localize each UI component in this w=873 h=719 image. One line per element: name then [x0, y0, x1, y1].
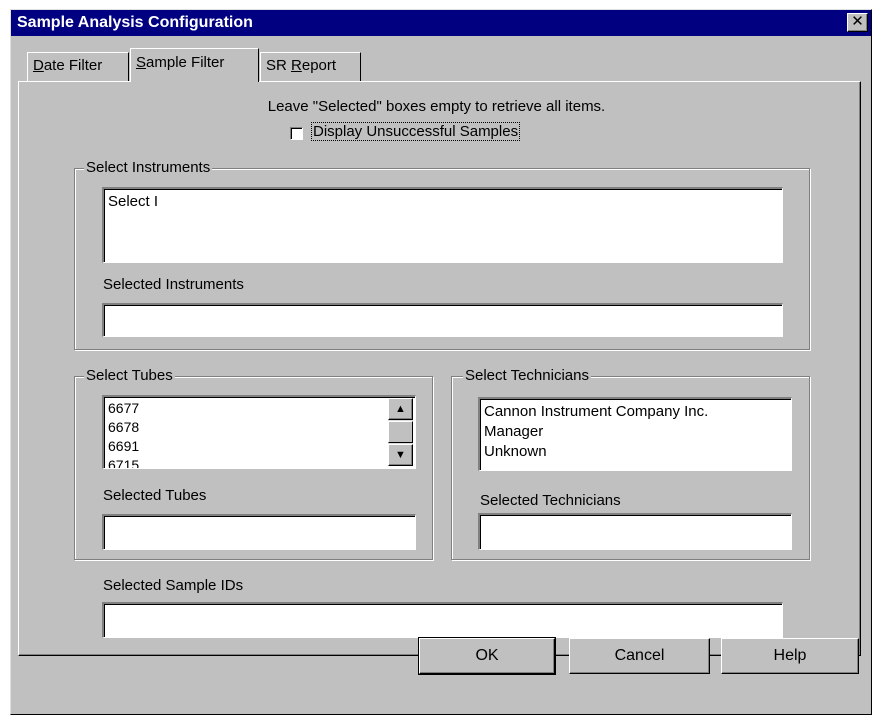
display-unsuccessful-label[interactable]: Display Unsuccessful Samples	[311, 122, 521, 141]
list-item[interactable]: 6691	[108, 437, 415, 456]
selected-tubes-field[interactable]	[102, 514, 416, 550]
instruments-list[interactable]: Select I	[102, 187, 783, 263]
list-item[interactable]: 6715	[108, 456, 415, 468]
scroll-up-button[interactable]: ▲	[388, 398, 413, 420]
list-item[interactable]: 6678	[108, 418, 415, 437]
selected-technicians-label: Selected Technicians	[480, 492, 621, 509]
scroll-down-button[interactable]: ▼	[388, 444, 413, 466]
list-item[interactable]: Select I	[108, 192, 782, 212]
scroll-thumb[interactable]	[388, 421, 413, 443]
technicians-list[interactable]: Cannon Instrument Company Inc. Manager U…	[478, 397, 792, 471]
hint-text: Leave "Selected" boxes empty to retrieve…	[267, 98, 606, 115]
instruments-legend: Select Instruments	[84, 159, 213, 176]
list-item[interactable]: Cannon Instrument Company Inc.	[484, 402, 791, 422]
selected-sample-ids-field[interactable]	[102, 602, 783, 638]
selected-sample-ids-label: Selected Sample IDs	[103, 577, 244, 594]
arrow-down-icon: ▼	[395, 449, 406, 461]
selected-technicians-field[interactable]	[478, 513, 792, 550]
tubes-list[interactable]: 6677 6678 6691 6715	[102, 395, 416, 469]
selected-instruments-label: Selected Instruments	[103, 276, 244, 293]
selected-tubes-label: Selected Tubes	[103, 487, 207, 504]
list-item[interactable]: 6677	[108, 399, 415, 418]
selected-instruments-field[interactable]	[102, 303, 783, 337]
ok-button[interactable]: OK	[418, 637, 556, 675]
arrow-up-icon: ▲	[395, 403, 406, 415]
list-item[interactable]: Unknown	[484, 442, 791, 462]
help-button[interactable]: Help	[721, 638, 859, 674]
tubes-legend: Select Tubes	[84, 367, 175, 384]
list-item[interactable]: Manager	[484, 422, 791, 442]
technicians-legend: Select Technicians	[463, 367, 591, 384]
cancel-button[interactable]: Cancel	[569, 638, 710, 674]
display-unsuccessful-checkbox[interactable]	[290, 127, 303, 140]
